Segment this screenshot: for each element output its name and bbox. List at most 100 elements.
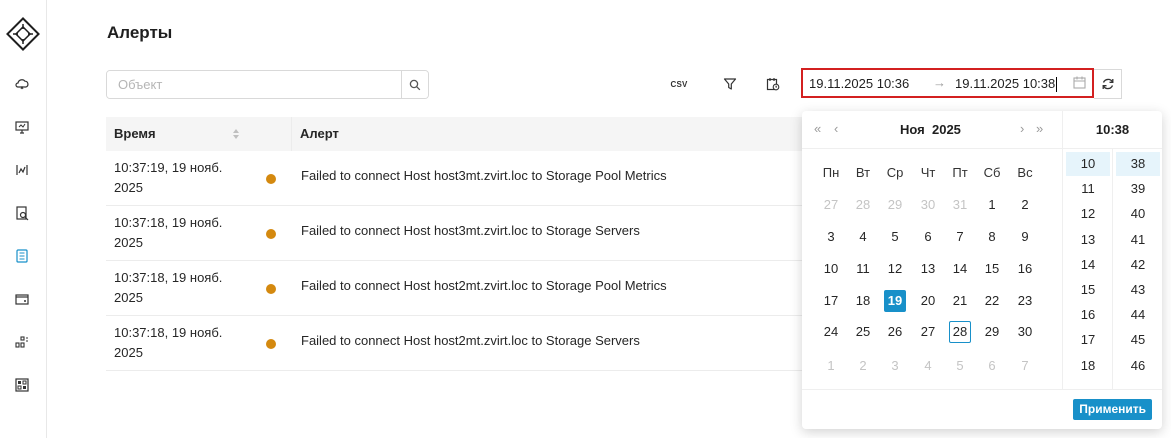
schedule-button[interactable] [761, 72, 785, 96]
refresh-button[interactable] [1094, 69, 1122, 99]
calendar-day[interactable]: 20 [917, 290, 939, 312]
month-label[interactable]: Ноя [900, 122, 925, 137]
hour-option[interactable]: 18 [1066, 354, 1110, 378]
analytics-icon[interactable] [12, 160, 32, 180]
calendar-day[interactable]: 25 [852, 321, 874, 343]
calendar-day[interactable]: 30 [917, 194, 939, 216]
minute-option[interactable]: 42 [1116, 253, 1160, 277]
filter-button[interactable] [718, 72, 742, 96]
month-year-label[interactable]: Ноя 2025 [900, 122, 961, 137]
calendar-day[interactable]: 27 [917, 321, 939, 343]
table-row[interactable]: 10:37:18, 19 нояб. 2025 Failed to connect … [106, 261, 806, 316]
calendar-day[interactable]: 1 [820, 355, 842, 377]
hour-option[interactable]: 11 [1066, 177, 1110, 201]
monitor-icon[interactable] [12, 117, 32, 137]
calendar-day[interactable]: 12 [884, 258, 906, 280]
hour-option[interactable]: 13 [1066, 228, 1110, 252]
hour-option[interactable]: 12 [1066, 202, 1110, 226]
calendar-day[interactable]: 8 [981, 226, 1003, 248]
calendar-day[interactable]: 5 [949, 355, 971, 377]
calendar-day[interactable]: 26 [884, 321, 906, 343]
calendar-day[interactable]: 21 [949, 290, 971, 312]
weekday-label: Пн [822, 165, 840, 180]
table-row[interactable]: 10:37:19, 19 нояб. 2025 Failed to connect … [106, 151, 806, 206]
network-icon[interactable] [12, 332, 32, 352]
search-input[interactable] [107, 71, 401, 98]
calendar-day[interactable]: 22 [981, 290, 1003, 312]
calendar-day[interactable]: 28 [949, 321, 971, 343]
calendar-day[interactable]: 6 [917, 226, 939, 248]
search-report-icon[interactable] [12, 203, 32, 223]
calendar-day[interactable]: 16 [1014, 258, 1036, 280]
wallet-icon[interactable] [12, 289, 32, 309]
weekday-label: Вт [855, 165, 871, 180]
calendar-day[interactable]: 4 [917, 355, 939, 377]
calendar-day[interactable]: 27 [820, 194, 842, 216]
minute-option[interactable]: 44 [1116, 303, 1160, 327]
table-row[interactable]: 10:37:18, 19 нояб. 2025 Failed to connect … [106, 316, 806, 371]
date-range-picker[interactable]: 19.11.2025 10:36 → 19.11.2025 10:38 [801, 68, 1094, 98]
sort-icon[interactable] [231, 127, 241, 141]
calendar-day[interactable]: 10 [820, 258, 842, 280]
calendar-day[interactable]: 30 [1014, 321, 1036, 343]
calendar-day[interactable]: 5 [884, 226, 906, 248]
prev-year-button[interactable]: « [814, 121, 821, 136]
hour-option[interactable]: 10 [1066, 152, 1110, 176]
prev-month-button[interactable]: ‹ [834, 121, 838, 136]
calendar-day[interactable]: 18 [852, 290, 874, 312]
minute-option[interactable]: 43 [1116, 278, 1160, 302]
calendar-day[interactable]: 9 [1014, 226, 1036, 248]
calendar-header: « ‹ Ноя 2025 › » [802, 111, 1062, 149]
calendar-day[interactable]: 7 [949, 226, 971, 248]
hour-option[interactable]: 17 [1066, 328, 1110, 352]
calendar-day[interactable]: 7 [1014, 355, 1036, 377]
hour-option[interactable]: 16 [1066, 303, 1110, 327]
calendar-day[interactable]: 2 [1014, 194, 1036, 216]
apply-button[interactable]: Применить [1073, 399, 1152, 420]
minute-option[interactable]: 46 [1116, 354, 1160, 378]
minute-option[interactable]: 40 [1116, 202, 1160, 226]
weekday-label: Пт [952, 165, 968, 180]
minute-option[interactable]: 38 [1116, 152, 1160, 176]
next-month-button[interactable]: › [1020, 121, 1024, 136]
calendar-day[interactable]: 29 [981, 321, 1003, 343]
alerts-list-icon[interactable] [12, 246, 32, 266]
calendar-day[interactable]: 4 [852, 226, 874, 248]
calendar-day[interactable]: 6 [981, 355, 1003, 377]
column-header-time[interactable]: Время [106, 117, 292, 151]
calendar-day[interactable]: 31 [949, 194, 971, 216]
calendar-day[interactable]: 23 [1014, 290, 1036, 312]
calendar-day[interactable]: 29 [884, 194, 906, 216]
calendar-clock-icon [766, 78, 780, 91]
calendar-day[interactable]: 11 [852, 258, 874, 280]
hours-column[interactable]: 10 11 12 13 14 15 16 17 18 [1062, 149, 1112, 389]
calendar-day[interactable]: 14 [949, 258, 971, 280]
cloud-icon[interactable] [12, 74, 32, 94]
calendar-day[interactable]: 17 [820, 290, 842, 312]
minute-option[interactable]: 41 [1116, 228, 1160, 252]
calendar-day[interactable]: 3 [820, 226, 842, 248]
export-csv-button[interactable]: CSV [667, 72, 691, 96]
hour-option[interactable]: 15 [1066, 278, 1110, 302]
minute-option[interactable]: 39 [1116, 177, 1160, 201]
calendar-day[interactable]: 28 [852, 194, 874, 216]
year-label[interactable]: 2025 [932, 122, 961, 137]
calendar-day[interactable]: 19 [884, 290, 906, 312]
table-row[interactable]: 10:37:18, 19 нояб. 2025 Failed to connect … [106, 206, 806, 261]
range-end-input[interactable]: 19.11.2025 10:38 [955, 76, 1058, 93]
minute-option[interactable]: 45 [1116, 328, 1160, 352]
calendar-day[interactable]: 1 [981, 194, 1003, 216]
range-start-input[interactable]: 19.11.2025 10:36 [809, 76, 909, 91]
alert-time: 10:37:19, 19 нояб. 2025 [106, 158, 256, 198]
logo-icon[interactable] [5, 16, 41, 52]
search-button[interactable] [401, 71, 428, 98]
calendar-day[interactable]: 3 [884, 355, 906, 377]
calendar-day[interactable]: 15 [981, 258, 1003, 280]
calendar-day[interactable]: 2 [852, 355, 874, 377]
hour-option[interactable]: 14 [1066, 253, 1110, 277]
dashboard-icon[interactable] [12, 375, 32, 395]
calendar-day[interactable]: 24 [820, 321, 842, 343]
minutes-column[interactable]: 38 39 40 41 42 43 44 45 46 [1112, 149, 1162, 389]
calendar-day[interactable]: 13 [917, 258, 939, 280]
next-year-button[interactable]: » [1036, 121, 1043, 136]
